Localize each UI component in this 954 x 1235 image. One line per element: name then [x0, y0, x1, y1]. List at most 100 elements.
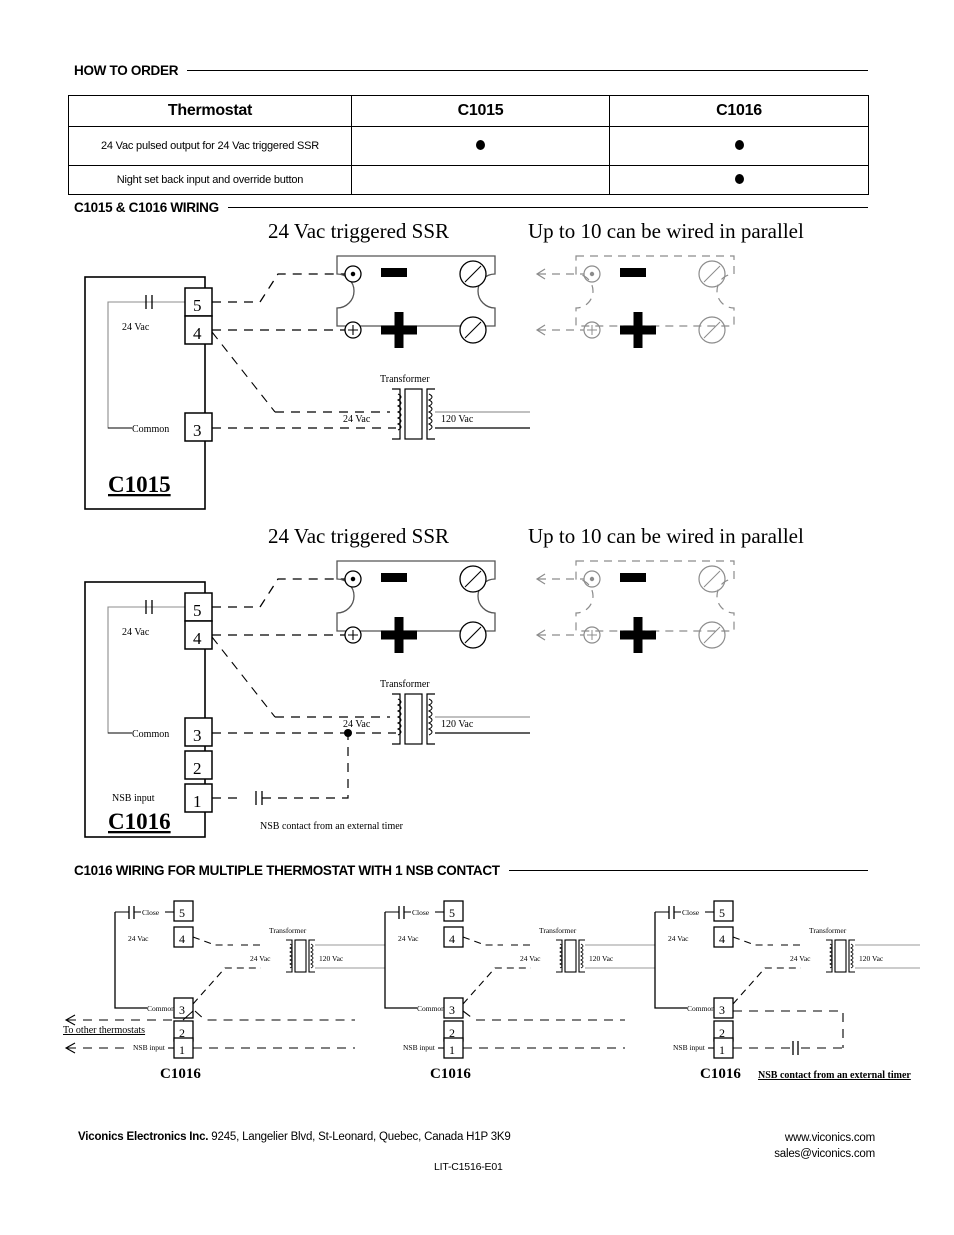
multi-1-xfmr-primary: 24 Vac [250, 954, 271, 963]
diagram2-nsb-note: NSB contact from an external timer [260, 821, 404, 832]
footer-company: Viconics Electronics Inc. [78, 1131, 209, 1143]
multi-1-label-nsb: NSB input [133, 1043, 166, 1052]
multi-2-label-close: Close [412, 908, 430, 917]
multi-2-terminal-1: 1 [449, 1043, 455, 1057]
footer-address: 9245, Langelier Blvd, St-Leonard, Quebec… [211, 1131, 511, 1143]
multi-3-xfmr-secondary: 120 Vac [859, 954, 884, 963]
multi-2-label-common: Common [417, 1004, 445, 1013]
feature-mark-c1015 [351, 165, 610, 195]
multi-2-terminal-5: 5 [449, 906, 455, 920]
multi-1-terminal-4: 4 [179, 932, 185, 946]
diagram1-xfmr-primary: 24 Vac [343, 414, 371, 425]
multi-2-xfmr-secondary: 120 Vac [589, 954, 614, 963]
multi-3-label-common: Common [687, 1004, 715, 1013]
diagram1-label-common: Common [132, 424, 169, 435]
section-heading-how-to-order: HOW TO ORDER [74, 63, 868, 78]
footer-company-line: Viconics Electronics Inc. 9245, Langelie… [78, 1131, 511, 1143]
multi-unit-3: Close Common 24 Vac NSB input 5 4 3 2 1 [654, 900, 920, 1082]
multi-2-xfmr-primary: 24 Vac [520, 954, 541, 963]
bullet-dot [734, 139, 744, 150]
section-heading-how-to-order-label: HOW TO ORDER [74, 63, 179, 78]
multi-3-model: C1016 [700, 1066, 741, 1082]
footer-email[interactable]: sales@viconics.com [774, 1147, 875, 1163]
multi-unit-2: Close Common 24 Vac NSB input 5 4 3 2 1 [384, 900, 655, 1082]
diagram2-transformer-label: Transformer [380, 679, 430, 690]
heading-rule [508, 870, 868, 871]
multi-1-transformer-label: Transformer [269, 926, 307, 935]
multi-1-label-common: Common [147, 1004, 175, 1013]
table-row: 24 Vac pulsed output for 24 Vac triggere… [68, 126, 869, 166]
multi-2-terminal-3: 3 [449, 1003, 455, 1017]
table-header-row: Thermostat C1015 C1016 [68, 95, 869, 127]
multi-3-terminal-4: 4 [719, 932, 725, 946]
bullet-dot [734, 173, 744, 184]
diagram1-terminal-5: 5 [193, 296, 202, 315]
diagram1-model: C1015 [108, 472, 171, 497]
multi-2-transformer-label: Transformer [539, 926, 577, 935]
diagram1-xfmr-secondary: 120 Vac [441, 414, 474, 425]
multi-3-terminal-3: 3 [719, 1003, 725, 1017]
feature-mark-c1016 [609, 126, 869, 166]
multi-2-terminal-4: 4 [449, 932, 455, 946]
multi-3-xfmr-primary: 24 Vac [790, 954, 811, 963]
footer-contact: www.viconics.com sales@viconics.com [774, 1131, 875, 1162]
diagram2-xfmr-secondary: 120 Vac [441, 719, 474, 730]
table-header-c1016: C1016 [609, 95, 869, 127]
multi-3-transformer-label: Transformer [809, 926, 847, 935]
feature-label: Night set back input and override button [68, 165, 352, 195]
diagram2-terminal-3: 3 [193, 726, 202, 745]
multi-to-other-thermostats: To other thermostats [63, 1025, 145, 1036]
diagram1-terminal-4: 4 [193, 324, 202, 343]
section-heading-multi: C1016 WIRING FOR MULTIPLE THERMOSTAT WIT… [74, 863, 868, 878]
diagram2-xfmr-primary: 24 Vac [343, 719, 371, 730]
diagram2-terminal-1: 1 [193, 792, 202, 811]
heading-rule [187, 70, 868, 71]
multi-3-label-24vac: 24 Vac [668, 934, 689, 943]
document-page: HOW TO ORDER Thermostat C1015 C1016 24 V… [0, 0, 954, 1235]
diagram2-terminal-2: 2 [193, 759, 202, 778]
multi-3-label-close: Close [682, 908, 700, 917]
diagram1-label-24vac: 24 Vac [122, 322, 150, 333]
multi-2-model: C1016 [430, 1066, 471, 1082]
diagram-multiple-c1016: Close Common 24 Vac NSB input 5 4 3 2 1 [55, 893, 945, 1088]
multi-3-terminal-1: 1 [719, 1043, 725, 1057]
diagram-c1016: 24 Vac triggered SSR Up to 10 can be wir… [60, 517, 954, 847]
table-header-c1015: C1015 [351, 95, 610, 127]
multi-unit-1: Close Common 24 Vac NSB input 5 4 3 2 1 [63, 900, 385, 1082]
diagram-c1015: 24 Vac triggered SSR Up to 10 can be wir… [60, 212, 954, 512]
bullet-dot [476, 139, 485, 150]
multi-3-label-nsb: NSB input [673, 1043, 706, 1052]
multi-1-terminal-5: 5 [179, 906, 185, 920]
multi-nsb-note: NSB contact from an external timer [758, 1070, 911, 1081]
footer-website[interactable]: www.viconics.com [774, 1131, 875, 1147]
multi-1-xfmr-secondary: 120 Vac [319, 954, 344, 963]
multi-2-label-nsb: NSB input [403, 1043, 436, 1052]
order-table: Thermostat C1015 C1016 24 Vac pulsed out… [68, 95, 869, 195]
diagram1-terminal-3: 3 [193, 421, 202, 440]
diagram2-label-24vac: 24 Vac [122, 627, 150, 638]
feature-label: 24 Vac pulsed output for 24 Vac triggere… [68, 126, 352, 166]
diagram2-terminal-5: 5 [193, 601, 202, 620]
feature-mark-c1016 [609, 165, 869, 195]
diagram1-title-parallel: Up to 10 can be wired in parallel [528, 219, 804, 243]
multi-1-label-close: Close [142, 908, 160, 917]
diagram1-title-ssr: 24 Vac triggered SSR [268, 219, 449, 243]
diagram2-terminal-4: 4 [193, 629, 202, 648]
table-header-thermostat: Thermostat [68, 95, 352, 127]
diagram1-transformer-label: Transformer [380, 374, 430, 385]
heading-rule [227, 207, 868, 208]
diagram2-title-ssr: 24 Vac triggered SSR [268, 524, 449, 548]
multi-1-model: C1016 [160, 1066, 201, 1082]
footer-doc-code: LIT-C1516-E01 [434, 1161, 503, 1173]
diagram2-model: C1016 [108, 809, 171, 834]
diagram2-label-nsb: NSB input [112, 793, 155, 804]
multi-1-terminal-3: 3 [179, 1003, 185, 1017]
diagram2-title-parallel: Up to 10 can be wired in parallel [528, 524, 804, 548]
multi-1-label-24vac: 24 Vac [128, 934, 149, 943]
diagram2-label-common: Common [132, 729, 169, 740]
multi-3-terminal-5: 5 [719, 906, 725, 920]
section-heading-multi-label: C1016 WIRING FOR MULTIPLE THERMOSTAT WIT… [74, 863, 500, 878]
table-row: Night set back input and override button [68, 165, 869, 195]
multi-1-terminal-1: 1 [179, 1043, 185, 1057]
feature-mark-c1015 [351, 126, 610, 166]
